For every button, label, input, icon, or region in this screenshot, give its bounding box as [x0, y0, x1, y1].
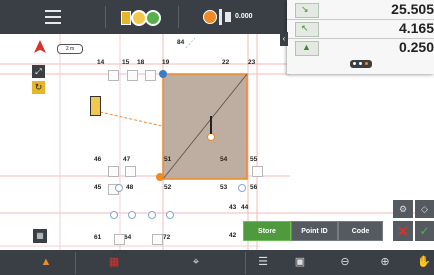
- layers-icon[interactable]: ▦: [33, 229, 47, 243]
- gps-value: 0.000: [235, 13, 253, 20]
- scale-label: 2 m: [65, 46, 75, 52]
- total-station-icon[interactable]: [121, 11, 131, 25]
- point-marker[interactable]: [156, 173, 164, 181]
- point-marker[interactable]: [108, 70, 119, 81]
- point-label: 52: [164, 184, 172, 191]
- store-button[interactable]: Store: [243, 221, 291, 241]
- list-view-icon[interactable]: ☰: [255, 254, 271, 270]
- erase-icon[interactable]: ◇: [415, 200, 434, 218]
- point-marker[interactable]: [128, 211, 136, 219]
- prism-stick-icon: [219, 9, 222, 25]
- prism-pole-icon[interactable]: [203, 10, 217, 24]
- point-marker[interactable]: [125, 166, 136, 177]
- point-label: 53: [220, 184, 228, 191]
- point-marker[interactable]: [110, 211, 118, 219]
- point-marker[interactable]: [252, 166, 263, 177]
- bottom-toolbar: [0, 250, 434, 275]
- calculator-icon[interactable]: ▣: [292, 254, 308, 270]
- point-label: 44: [241, 204, 249, 211]
- east-offset-value: 4.165: [398, 20, 434, 36]
- point-marker[interactable]: [115, 184, 123, 192]
- zoom-extents-icon[interactable]: ⤢: [32, 65, 45, 78]
- east-offset-icon: ↖: [295, 22, 319, 37]
- point-marker[interactable]: [166, 211, 174, 219]
- cancel-icon[interactable]: ✕: [393, 221, 413, 241]
- point-label: 15: [122, 59, 130, 66]
- point-label: 18: [137, 59, 145, 66]
- level-icon: [225, 12, 231, 22]
- height-offset-value: 0.250: [398, 39, 434, 55]
- measure-settings-icon[interactable]: ⚙: [393, 200, 413, 218]
- satellite-icon[interactable]: [145, 10, 161, 26]
- zoom-in-icon[interactable]: ⊕: [377, 254, 393, 270]
- north-offset-value: 25.505: [391, 1, 434, 17]
- point-label: 19: [162, 59, 170, 66]
- confirm-icon[interactable]: ✓: [415, 221, 434, 241]
- zoom-out-icon[interactable]: ⊖: [337, 254, 353, 270]
- stakeout-mode-icon[interactable]: ▲: [38, 254, 54, 270]
- panel-page-dots[interactable]: [350, 60, 372, 68]
- point-marker[interactable]: [127, 70, 138, 81]
- point-label: 84: [177, 39, 185, 46]
- point-marker[interactable]: [108, 166, 119, 177]
- hamburger-menu-icon[interactable]: [45, 10, 61, 24]
- height-offset-icon: ▲: [295, 41, 319, 56]
- point-label: 51: [164, 156, 172, 163]
- point-marker[interactable]: [145, 70, 156, 81]
- chevron-left-icon[interactable]: ‹: [280, 32, 288, 46]
- point-marker[interactable]: [238, 184, 246, 192]
- point-marker[interactable]: [148, 211, 156, 219]
- measure-mode-icon[interactable]: ▦: [106, 254, 122, 270]
- rotate-view-icon[interactable]: ↻: [32, 81, 45, 94]
- point-id-button[interactable]: Point ID: [291, 221, 338, 241]
- point-label: 22: [222, 59, 230, 66]
- point-label: 54: [220, 156, 228, 163]
- point-label: 64: [124, 234, 132, 241]
- point-label: 72: [163, 234, 171, 241]
- point-label: 23: [248, 59, 256, 66]
- point-label: 14: [97, 59, 105, 66]
- prism-pole-icon: [210, 116, 212, 134]
- point-marker[interactable]: [152, 234, 163, 245]
- point-label: 45: [94, 184, 102, 191]
- point-label: 61: [94, 234, 102, 241]
- stakeout-readout-panel: ↘ 25.505 ↖ 4.165 ▲ 0.250: [287, 0, 434, 74]
- prism-position-marker: [207, 133, 215, 141]
- point-label: 48: [126, 184, 134, 191]
- station-icon: [90, 96, 101, 116]
- point-marker[interactable]: [159, 70, 167, 78]
- pan-icon[interactable]: ✋: [416, 254, 432, 270]
- north-offset-icon: ↘: [295, 3, 319, 18]
- point-label: 42: [229, 232, 237, 239]
- scale-bar: 2 m: [57, 44, 83, 54]
- point-label: 43: [229, 204, 237, 211]
- code-button[interactable]: Code: [338, 221, 383, 241]
- point-label: 47: [123, 156, 131, 163]
- survey-mode-icon[interactable]: ⌖: [188, 254, 204, 270]
- point-label: 56: [250, 184, 258, 191]
- point-marker[interactable]: [114, 234, 125, 245]
- point-label: 46: [94, 156, 102, 163]
- point-label: 55: [250, 156, 258, 163]
